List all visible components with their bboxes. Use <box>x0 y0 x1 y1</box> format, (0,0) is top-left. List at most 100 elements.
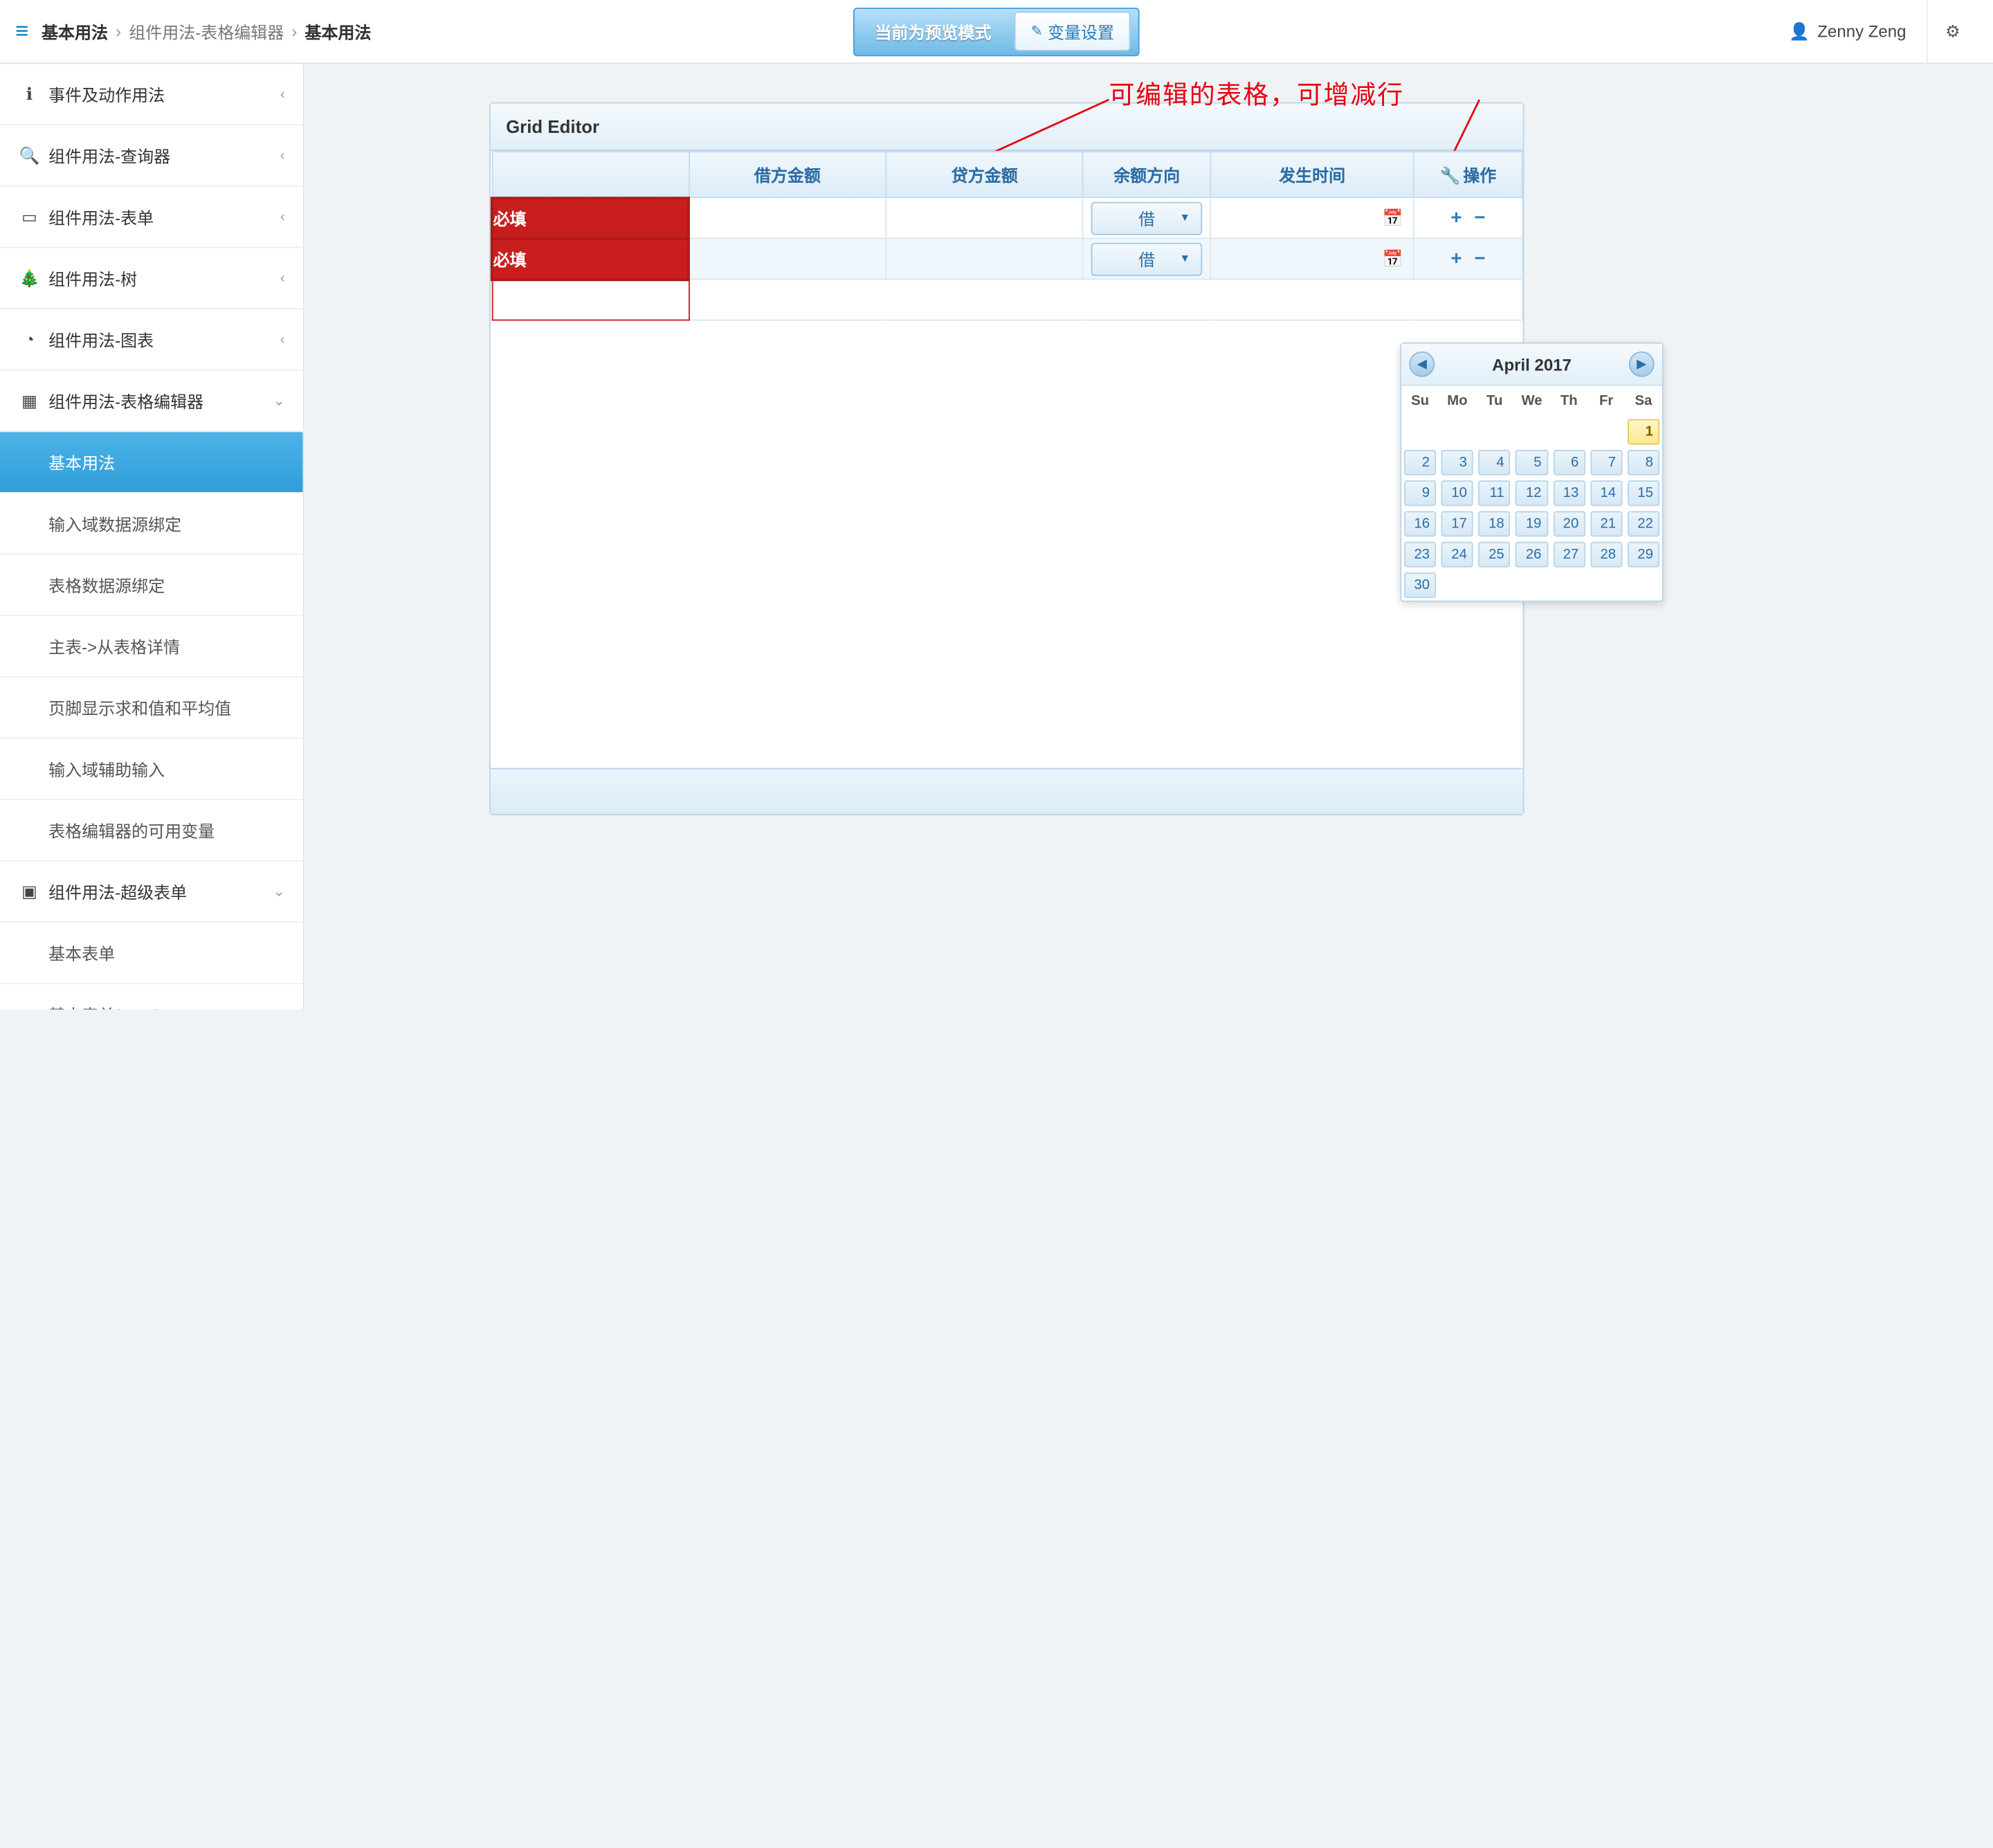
datepicker-day[interactable]: 27 <box>1553 542 1585 568</box>
datepicker-day[interactable]: 12 <box>1516 480 1547 506</box>
datepicker-day[interactable]: 13 <box>1553 480 1585 506</box>
datepicker-day[interactable]: 26 <box>1516 542 1547 568</box>
sidebar-item-tree[interactable]: 🎄 组件用法-树 ‹ <box>0 248 303 309</box>
sidebar-sub-footer-sum[interactable]: 页脚显示求和值和平均值 <box>0 677 303 739</box>
col-header-ops: 🔧操作 <box>1414 152 1522 197</box>
weekday-header: Fr <box>1587 386 1625 417</box>
content-area: 可编辑的表格，可增减行 Grid Editor <box>304 64 1993 1009</box>
credit-cell[interactable] <box>886 197 1083 238</box>
breadcrumb-title: 基本用法 <box>42 19 108 44</box>
add-row-button[interactable]: + <box>1450 207 1462 228</box>
sidebar-item-super-form[interactable]: ▣ 组件用法-超级表单 ⌄ <box>0 861 303 923</box>
sidebar-sub-available-vars[interactable]: 表格编辑器的可用变量 <box>0 800 303 862</box>
chevron-left-icon: ‹ <box>280 270 285 285</box>
time-cell: 📅 <box>1210 238 1414 279</box>
settings-gear-button[interactable]: ⚙ <box>1927 0 1978 63</box>
preview-mode-bar: 当前为预览模式 ✎ 变量设置 <box>853 7 1140 55</box>
datepicker-day[interactable]: 6 <box>1553 450 1585 475</box>
datepicker-day[interactable]: 29 <box>1628 542 1659 568</box>
sidebar-item-form[interactable]: ▭ 组件用法-表单 ‹ <box>0 187 303 248</box>
chevron-left-icon: ‹ <box>280 147 285 163</box>
top-bar: ≡ 基本用法 › 组件用法-表格编辑器 › 基本用法 当前为预览模式 ✎ 变量设… <box>0 0 1993 64</box>
credit-cell[interactable] <box>886 238 1083 279</box>
col-header-time[interactable]: 发生时间 <box>1210 152 1414 197</box>
preview-mode-label: 当前为预览模式 <box>862 19 1004 44</box>
sidebar-item-grid-editor[interactable]: ▦ 组件用法-表格编辑器 ⌄ <box>0 370 303 432</box>
datepicker-day[interactable]: 2 <box>1404 450 1436 475</box>
datepicker-day[interactable]: 19 <box>1516 511 1547 536</box>
debit-cell[interactable] <box>689 238 886 279</box>
col-header-credit[interactable]: 贷方金额 <box>886 152 1083 197</box>
required-cell-empty[interactable] <box>492 279 689 320</box>
datepicker-day[interactable]: 9 <box>1404 480 1436 506</box>
datepicker-day[interactable]: 17 <box>1441 511 1473 536</box>
sidebar-sub-master-detail[interactable]: 主表->从表格详情 <box>0 616 303 678</box>
datepicker-day[interactable]: 8 <box>1628 450 1659 475</box>
datepicker-day[interactable]: 16 <box>1404 511 1436 536</box>
datepicker-day[interactable]: 24 <box>1441 542 1473 568</box>
breadcrumb-parent[interactable]: 组件用法-表格编辑器 <box>129 19 284 44</box>
remove-row-button[interactable]: − <box>1474 207 1485 228</box>
col-header-empty <box>492 152 689 197</box>
user-icon: 👤 <box>1789 21 1810 42</box>
sidebar-sub-grid-datasource[interactable]: 表格数据源绑定 <box>0 554 303 616</box>
datepicker-day[interactable]: 1 <box>1628 419 1659 445</box>
direction-cell: 借 ▾ <box>1083 238 1210 279</box>
sidebar-item-chart[interactable]: ◔ 组件用法-图表 ‹ <box>0 309 303 371</box>
gear-icon: ⚙ <box>1945 21 1960 42</box>
sidebar-sub-basic-usage[interactable]: 基本用法 <box>0 432 303 493</box>
direction-dropdown[interactable]: 借 ▾ <box>1091 201 1202 235</box>
required-cell[interactable]: 必填 <box>492 238 689 279</box>
caret-down-icon: ▾ <box>1182 211 1188 225</box>
sidebar-sub-basic-form-copy[interactable]: 基本表单(copy) <box>0 984 303 1010</box>
weekday-header: Mo <box>1439 386 1476 417</box>
ops-cell: + − <box>1414 197 1522 238</box>
datepicker-day[interactable]: 25 <box>1479 542 1511 568</box>
sidebar-sub-basic-form[interactable]: 基本表单 <box>0 923 303 984</box>
datepicker-day[interactable]: 22 <box>1628 511 1659 536</box>
debit-cell[interactable] <box>689 197 886 238</box>
datepicker-day[interactable]: 18 <box>1479 511 1511 536</box>
datepicker-day[interactable]: 23 <box>1404 542 1436 568</box>
menu-icon[interactable]: ≡ <box>15 18 26 45</box>
datepicker-day[interactable]: 10 <box>1441 480 1473 506</box>
grid-editor-panel: Grid Editor 借方金额 贷方金额 余额方向 发生时 <box>489 102 1524 815</box>
sidebar-item-events[interactable]: ℹ 事件及动作用法 ‹ <box>0 64 303 125</box>
tree-icon: 🎄 <box>18 268 41 289</box>
sidebar-sub-input-datasource[interactable]: 输入域数据源绑定 <box>0 493 303 555</box>
username: Zenny Zeng <box>1817 21 1906 41</box>
datepicker-day[interactable]: 3 <box>1441 450 1473 475</box>
sidebar-item-query[interactable]: 🔍 组件用法-查询器 ‹ <box>0 125 303 187</box>
datepicker-day[interactable]: 7 <box>1590 450 1622 475</box>
required-cell[interactable]: 必填 <box>492 197 689 238</box>
datepicker-day[interactable]: 28 <box>1590 542 1622 568</box>
sidebar-sub-input-assist[interactable]: 输入域辅助输入 <box>0 739 303 800</box>
chevron-left-icon: ‹ <box>280 332 285 347</box>
datepicker-day[interactable]: 4 <box>1479 450 1511 475</box>
datepicker-next-button[interactable]: ▶ <box>1629 352 1655 377</box>
datepicker-day[interactable]: 30 <box>1404 572 1436 598</box>
col-header-debit[interactable]: 借方金额 <box>689 152 886 197</box>
col-header-direction[interactable]: 余额方向 <box>1083 152 1210 197</box>
add-row-button[interactable]: + <box>1450 248 1462 269</box>
user-area[interactable]: 👤 Zenny Zeng ⚙ <box>1789 0 1977 63</box>
datepicker-day[interactable]: 14 <box>1590 480 1622 506</box>
datepicker-day[interactable]: 15 <box>1628 480 1659 506</box>
datepicker-day[interactable]: 21 <box>1590 511 1622 536</box>
remove-row-button[interactable]: − <box>1474 248 1485 269</box>
variable-settings-button[interactable]: ✎ 变量设置 <box>1014 12 1131 51</box>
calendar-icon[interactable]: 📅 <box>1383 248 1403 269</box>
datepicker-day[interactable]: 20 <box>1553 511 1585 536</box>
datepicker-day[interactable]: 11 <box>1479 480 1511 506</box>
datepicker-day[interactable]: 5 <box>1516 450 1547 475</box>
date-picker: ◀ April 2017 ▶ SuMoTuWeThFrSa 1234567891… <box>1400 343 1663 602</box>
weekday-header: Sa <box>1625 386 1662 417</box>
calendar-icon[interactable]: 📅 <box>1383 208 1403 228</box>
ops-cell: + − <box>1414 238 1522 279</box>
datepicker-prev-button[interactable]: ◀ <box>1409 352 1435 377</box>
weekday-header: We <box>1513 386 1551 417</box>
chevron-left-icon: ‹ <box>280 209 285 224</box>
chart-icon: ◔ <box>18 329 41 349</box>
sidebar: ℹ 事件及动作用法 ‹ 🔍 组件用法-查询器 ‹ ▭ 组件用法-表单 ‹ 🎄 组… <box>0 64 304 1009</box>
direction-dropdown[interactable]: 借 ▾ <box>1091 242 1202 275</box>
